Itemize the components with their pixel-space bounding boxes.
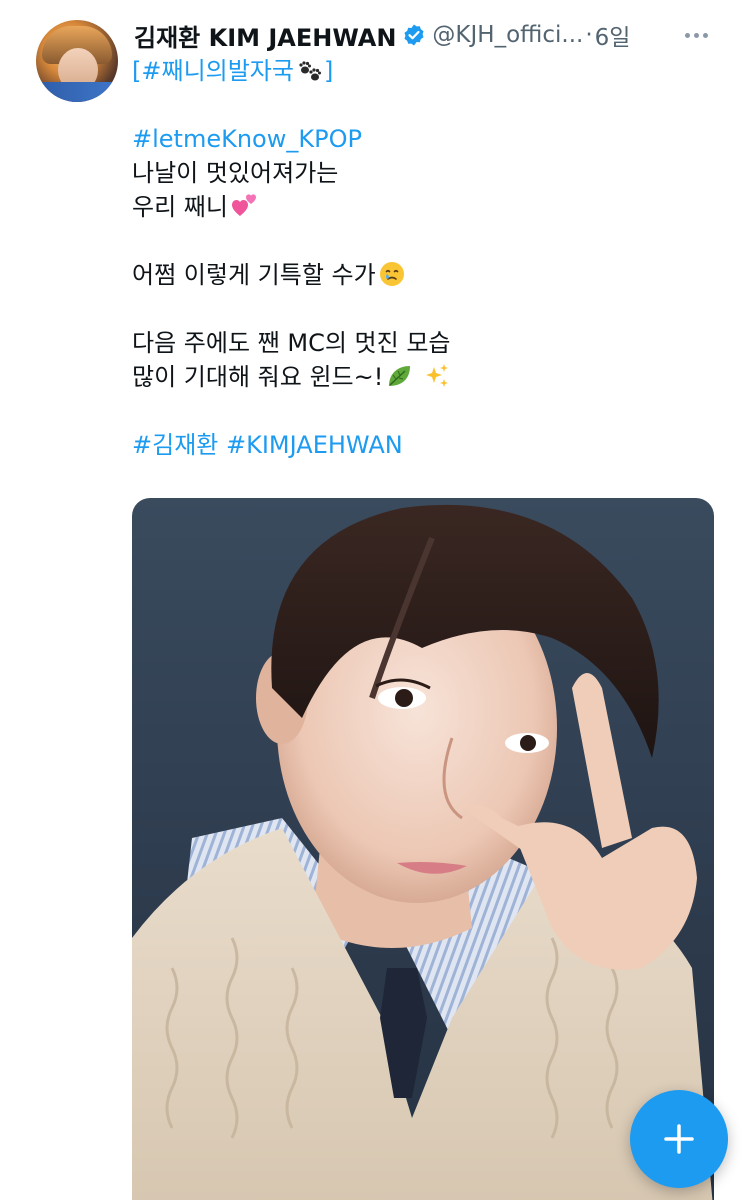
avatar[interactable]: [36, 20, 118, 102]
text-line-5-text: 어쩜 이렇게 기특할 수가: [132, 261, 376, 289]
hashtag-letmeknow[interactable]: #letmeKnow_KPOP: [132, 125, 362, 153]
sparkles-icon: [423, 362, 451, 390]
text-line-6: 다음 주에도 짼 MC의 멋진 모습: [132, 329, 451, 357]
tweet-photo[interactable]: [132, 498, 714, 1200]
text-line-7: 많이 기대해 줘요 윈드~!: [132, 360, 719, 394]
face-holding-back-tears-icon: [378, 260, 406, 288]
hashtag-jjaeni[interactable]: #째니의발자국: [141, 57, 294, 85]
tweet-time[interactable]: 6일: [595, 18, 631, 52]
author-handle[interactable]: @KJH_offici...: [432, 22, 583, 48]
bracket-close: ]: [323, 57, 334, 85]
text-line-5: 어쩜 이렇게 기특할 수가: [132, 258, 719, 292]
tweet-body: [#째니의발자국] #letmeKnow_KPOP 나날이 멋있어져가는 우리 …: [132, 54, 719, 462]
more-options-icon[interactable]: [679, 22, 713, 48]
text-line-2: #letmeKnow_KPOP: [132, 122, 719, 156]
text-line-1: [#째니의발자국]: [132, 54, 719, 88]
photo-illustration: [132, 504, 713, 1200]
hashtag-kimjaehwan-ko[interactable]: #김재환: [132, 431, 218, 459]
two-hearts-icon: [230, 192, 258, 220]
compose-button[interactable]: [630, 1090, 728, 1188]
text-line-3: 나날이 멋있어져가는: [132, 159, 339, 187]
hashtag-kimjaehwan-en[interactable]: #KIMJAEHWAN: [226, 431, 403, 459]
text-line-4: 우리 째니: [132, 190, 719, 224]
bracket-open: [: [132, 57, 142, 85]
tweet-header: 김재환 KIM JAEHWAN @KJH_offici... · 6일: [134, 18, 719, 52]
author-name[interactable]: 김재환 KIM JAEHWAN: [134, 18, 396, 53]
plus-icon: [664, 1124, 694, 1154]
text-line-8: #김재환 #KIMJAEHWAN: [132, 428, 719, 462]
paw-prints-icon: [296, 56, 324, 84]
text-line-7-text: 많이 기대해 줘요 윈드~!: [132, 363, 384, 391]
avatar-shirt: [36, 82, 118, 102]
verified-badge-icon: [402, 23, 426, 47]
separator-dot: ·: [585, 22, 593, 48]
tweet[interactable]: 김재환 KIM JAEHWAN @KJH_offici... · 6일 [#째니…: [0, 0, 749, 1200]
leaf-icon: [385, 362, 413, 390]
text-line-4-text: 우리 째니: [132, 193, 228, 221]
